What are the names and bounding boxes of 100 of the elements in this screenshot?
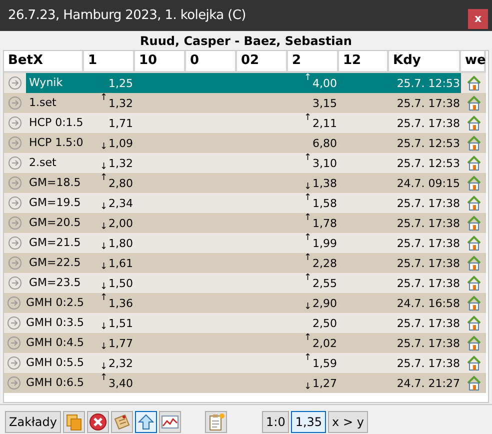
house-icon[interactable]	[466, 255, 482, 271]
delete-button[interactable]	[87, 411, 110, 434]
mode-button[interactable]: 1,35	[291, 411, 326, 434]
house-icon[interactable]	[466, 315, 482, 331]
arrow-circle-icon[interactable]	[6, 356, 20, 370]
column-header[interactable]: 12	[339, 51, 389, 73]
odds-value: 3,15	[312, 96, 337, 110]
table-cell: 25.7. 12:53	[389, 73, 461, 93]
column-header[interactable]: 0	[186, 51, 237, 73]
column-header[interactable]: 2	[288, 51, 339, 73]
trend-arrow: ↑	[304, 253, 312, 264]
trend-arrow: ↓	[100, 142, 108, 153]
odds-value: 1,58	[312, 196, 337, 210]
arrow-circle-icon[interactable]	[8, 156, 22, 170]
bets-button[interactable]: Zakłady	[5, 411, 62, 434]
house-icon[interactable]	[466, 95, 482, 111]
arrow-circle-icon[interactable]	[8, 116, 22, 130]
row-name[interactable]: GM=19.5	[26, 193, 84, 213]
odds-value: 6,80	[312, 136, 337, 150]
house-icon[interactable]	[466, 155, 482, 171]
trend-arrow: ↓	[100, 342, 108, 353]
house-icon[interactable]	[466, 295, 482, 311]
up-arrow-icon	[137, 413, 156, 432]
house-icon[interactable]	[466, 235, 482, 251]
row-name[interactable]: GM=21.5	[26, 233, 84, 253]
trend-arrow: ↑	[304, 153, 312, 164]
column-header[interactable]: BetX	[4, 51, 84, 73]
row-name[interactable]: GMH 0:6.5	[23, 373, 84, 393]
table-cell: 25.7. 17:38	[389, 193, 461, 213]
house-icon[interactable]	[466, 215, 482, 231]
trend-arrow: ↑	[304, 333, 312, 344]
table-cell: 24.7. 09:15	[389, 173, 461, 193]
row-name[interactable]: GM=23.5	[26, 273, 84, 293]
odds-value: 1,36	[108, 296, 133, 310]
house-icon[interactable]	[466, 335, 482, 351]
house-icon[interactable]	[466, 355, 482, 371]
close-button[interactable]: x	[468, 8, 488, 28]
odds-value: 3,40	[108, 376, 133, 390]
table-cell: 25.7. 12:53	[389, 133, 461, 153]
row-name[interactable]: GMH 0:5.5	[23, 353, 84, 373]
note-button[interactable]	[111, 411, 134, 434]
column-header[interactable]: Kdy	[389, 51, 461, 73]
odds-value: 3,10	[312, 156, 337, 170]
row-name[interactable]: GM=20.5	[26, 213, 84, 233]
pages-icon	[65, 413, 84, 432]
house-icon[interactable]	[466, 375, 482, 391]
mode-button[interactable]: x > y	[328, 411, 368, 434]
table-cell: 24.7. 16:58	[389, 293, 461, 313]
house-icon[interactable]	[466, 135, 482, 151]
trend-arrow: ↓	[100, 362, 108, 373]
trend-arrow: ↓	[100, 202, 108, 213]
mode-button[interactable]: 1:0	[262, 411, 290, 434]
odds-value: 1,59	[312, 356, 337, 370]
column-header[interactable]: 10	[135, 51, 186, 73]
row-name[interactable]: GMH 0:2.5	[23, 293, 84, 313]
delete-icon	[89, 413, 108, 432]
table-cell: 25.7. 17:38	[389, 273, 461, 293]
arrow-circle-icon[interactable]	[6, 316, 20, 330]
trend-arrow: ↓	[100, 262, 108, 273]
row-name[interactable]: GM=18.5	[26, 173, 84, 193]
row-name[interactable]: 2.set	[26, 153, 84, 173]
row-name[interactable]: GMH 0:4.5	[23, 333, 84, 353]
row-name[interactable]: HCP 0:1.5	[26, 113, 84, 133]
trend-arrow: ↑	[100, 293, 108, 304]
row-name[interactable]: GM=22.5	[26, 253, 84, 273]
table-cell: 25.7. 17:38	[389, 253, 461, 273]
house-icon[interactable]	[466, 275, 482, 291]
odds-value: 2,34	[108, 196, 133, 210]
row-name[interactable]: HCP 1.5:0	[26, 133, 84, 153]
odds-value: 2,80	[108, 176, 133, 190]
odds-value: 2,55	[312, 276, 337, 290]
odds-value: 1,51	[108, 316, 133, 330]
table-cell: 25.7. 17:38	[389, 353, 461, 373]
odds-value: 1,78	[312, 216, 337, 230]
arrow-circle-icon[interactable]	[8, 196, 22, 210]
up-button[interactable]	[135, 411, 158, 434]
row-name[interactable]: GMH 0:3.5	[23, 313, 84, 333]
row-name[interactable]: 1.set	[26, 93, 84, 113]
column-header[interactable]: we	[461, 51, 486, 73]
arrow-circle-icon[interactable]	[8, 76, 22, 90]
arrow-circle-icon[interactable]	[8, 236, 22, 250]
house-icon[interactable]	[466, 195, 482, 211]
table-cell: 25.7. 17:38	[389, 333, 461, 353]
table-cell: 25.7. 17:38	[389, 233, 461, 253]
arrow-circle-icon[interactable]	[8, 276, 22, 290]
clipboard-button[interactable]	[205, 411, 228, 434]
column-header[interactable]: 1	[84, 51, 135, 73]
house-icon[interactable]	[466, 115, 482, 131]
column-header[interactable]: 02	[237, 51, 288, 73]
clipboard-icon	[207, 413, 226, 432]
odds-value: 4,00	[312, 76, 337, 90]
house-icon[interactable]	[466, 175, 482, 191]
row-name[interactable]: Wynik	[26, 73, 84, 93]
chart-button[interactable]	[159, 411, 182, 434]
trend-arrow: ↑	[304, 353, 312, 364]
table-cell: 25.7. 17:38	[389, 113, 461, 133]
trend-arrow: ↑	[304, 273, 312, 284]
trend-arrow: ↓	[100, 222, 108, 233]
trend-arrow: ↑	[100, 93, 108, 104]
house-icon[interactable]	[466, 75, 482, 91]
